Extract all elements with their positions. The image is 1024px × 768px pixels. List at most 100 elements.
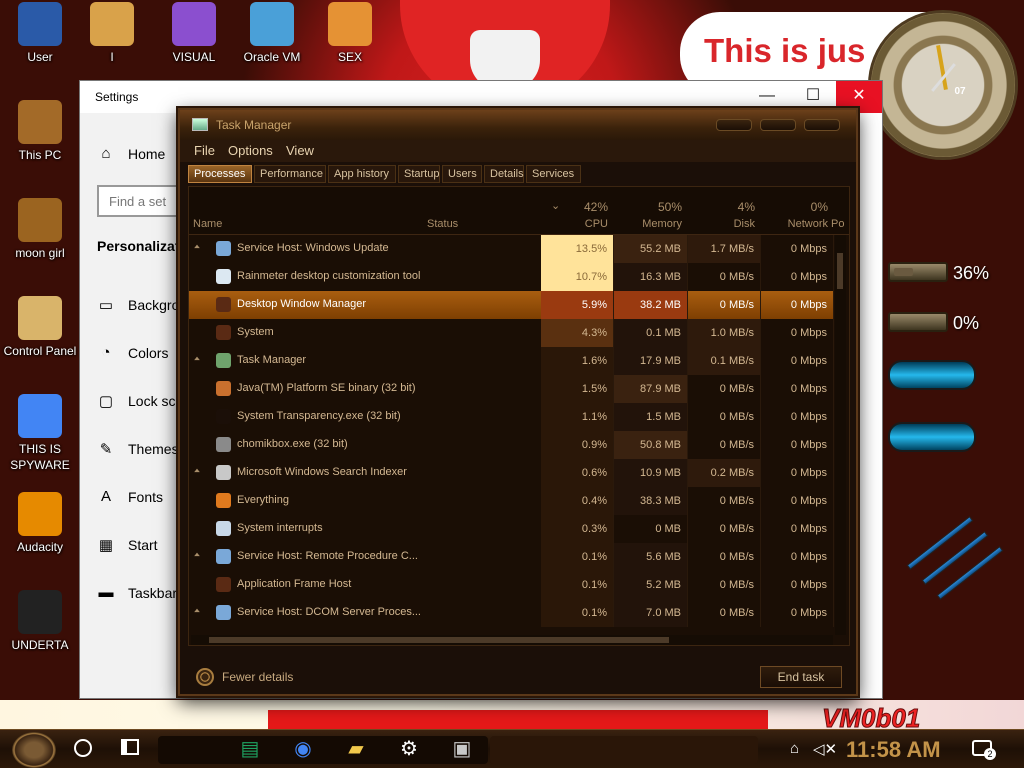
task-manager-title: Task Manager [216, 118, 292, 132]
process-row[interactable]: chomikbox.exe (32 bit) 0.9% 50.8 MB 0 MB/s 0… [189, 431, 834, 459]
desktop-icon[interactable]: Oracle VM [232, 2, 312, 65]
task-manager-window[interactable]: Task Manager File Options View Processes… [178, 108, 858, 696]
tab-performance[interactable]: Performance [254, 165, 326, 183]
scrollbar-thumb[interactable] [209, 637, 669, 643]
desktop-icon-image [328, 2, 372, 46]
process-cpu: 1.5% [541, 375, 614, 403]
expand-arrow-icon[interactable] [194, 356, 200, 361]
process-network: 0 Mbps [761, 487, 834, 515]
col-cpu[interactable]: CPU [541, 218, 608, 230]
file-explorer-icon[interactable]: ▰ [340, 734, 372, 764]
horizontal-scrollbar[interactable] [191, 635, 833, 645]
tab-users[interactable]: Users [442, 165, 482, 183]
desktop-icon[interactable]: User [0, 2, 80, 65]
start-button[interactable] [12, 732, 56, 768]
close-button[interactable] [804, 119, 840, 131]
process-network: 0 Mbps [761, 431, 834, 459]
settings-title: Settings [95, 90, 139, 104]
process-memory: 87.9 MB [614, 375, 688, 403]
settings-nav-item[interactable]: ▦ Start [97, 536, 158, 554]
process-row[interactable]: Service Host: Windows Update 13.5% 55.2 MB… [189, 235, 834, 263]
tab-app-history[interactable]: App history [328, 165, 396, 183]
menu-file[interactable]: File [194, 143, 215, 158]
process-table: Name Status ⌄ 42% CPU 50% Memory 4% Disk… [188, 186, 850, 646]
volume-muted-icon[interactable]: ◁✕ [813, 740, 837, 758]
settings-nav-item[interactable]: ▬ Taskbar [97, 584, 178, 601]
col-network[interactable]: Network [761, 218, 828, 230]
desktop-icon[interactable]: THIS IS SPYWARE [0, 394, 80, 473]
desktop-icon[interactable]: UNDERTA [0, 590, 80, 653]
settings-nav-item[interactable]: ▢ Lock scre [97, 392, 188, 410]
themes-icon: ✎ [99, 441, 113, 458]
scrollbar-thumb[interactable] [837, 253, 843, 289]
process-row[interactable]: Desktop Window Manager 5.9% 38.2 MB 0 MB/s 0… [189, 291, 834, 319]
desktop-icon[interactable]: Control Panel [0, 296, 80, 359]
network-icon[interactable]: ⌂ [790, 740, 799, 757]
desktop-icon[interactable]: Audacity [0, 492, 80, 555]
task-manager-titlebar[interactable]: Task Manager [180, 110, 856, 140]
task-manager-menubar: File Options View [180, 140, 856, 162]
tab-startup[interactable]: Startup [398, 165, 440, 183]
col-memory[interactable]: Memory [614, 218, 682, 230]
col-status[interactable]: Status [427, 218, 458, 230]
process-row[interactable]: System 4.3% 0.1 MB 1.0 MB/s 0 Mbps [189, 319, 834, 347]
end-task-button[interactable]: End task [760, 666, 842, 688]
task-manager-icon[interactable]: ▣ [446, 734, 478, 764]
settings-nav-item[interactable]: ✎ Themes [97, 440, 179, 458]
process-row[interactable]: Rainmeter desktop customization tool 10.7… [189, 263, 834, 291]
tab-details[interactable]: Details [484, 165, 524, 183]
process-row[interactable]: System Transparency.exe (32 bit) 1.1% 1.5 … [189, 403, 834, 431]
desktop-icon[interactable]: I [72, 2, 152, 65]
process-row[interactable]: Service Host: DCOM Server Proces... 0.1% 7… [189, 599, 834, 627]
taskbar-clock[interactable]: 11:58 AM [846, 737, 941, 763]
menu-options[interactable]: Options [228, 143, 273, 158]
vertical-scrollbar[interactable] [835, 235, 846, 635]
process-row[interactable]: Application Frame Host 0.1% 5.2 MB 0 MB/s 0 … [189, 571, 834, 599]
settings-home-label: Home [128, 145, 166, 162]
process-row[interactable]: System interrupts 0.3% 0 MB 0 MB/s 0 Mbps [189, 515, 834, 543]
process-row[interactable]: Task Manager 1.6% 17.9 MB 0.1 MB/s 0 Mbps [189, 347, 834, 375]
ram-meter-value: 0% [953, 313, 980, 333]
search-icon[interactable] [74, 739, 92, 757]
chrome-icon[interactable]: ◉ [287, 734, 319, 764]
minimize-button[interactable] [716, 119, 752, 131]
col-power[interactable]: Po [831, 218, 849, 230]
maximize-button[interactable] [760, 119, 796, 131]
expand-arrow-icon[interactable] [194, 468, 200, 473]
col-disk[interactable]: Disk [688, 218, 755, 230]
desktop-icon[interactable]: This PC [0, 100, 80, 163]
settings-nav-item[interactable]: A Fonts [97, 488, 163, 505]
desktop-icon[interactable]: SEX [310, 2, 390, 65]
process-row[interactable]: Service Host: Remote Procedure C... 0.1% 5… [189, 543, 834, 571]
col-name[interactable]: Name [193, 218, 222, 230]
process-row[interactable]: Java(TM) Platform SE binary (32 bit) 1.5%… [189, 375, 834, 403]
sheets-icon[interactable]: ▤ [234, 734, 266, 764]
taskbar-icon: ▬ [98, 584, 114, 601]
desktop-icon[interactable]: VISUAL [154, 2, 234, 65]
settings-icon[interactable]: ⚙ [393, 734, 425, 764]
process-memory: 0.1 MB [614, 319, 688, 347]
settings-nav-item[interactable]: ◔ Colors [97, 344, 168, 361]
process-table-header: Name Status ⌄ 42% CPU 50% Memory 4% Disk… [189, 187, 849, 235]
process-disk: 1.0 MB/s [688, 319, 761, 347]
fewer-details-button[interactable]: Fewer details [196, 668, 293, 686]
expand-arrow-icon[interactable] [194, 608, 200, 613]
tab-services[interactable]: Services [526, 165, 581, 183]
process-memory: 7.0 MB [614, 599, 688, 627]
process-row[interactable]: Everything 0.4% 38.3 MB 0 MB/s 0 Mbps [189, 487, 834, 515]
expand-arrow-icon[interactable] [194, 552, 200, 557]
menu-view[interactable]: View [286, 143, 314, 158]
task-view-icon[interactable] [121, 739, 139, 755]
process-row[interactable]: Microsoft Windows Search Indexer 0.6% 10.9… [189, 459, 834, 487]
settings-home[interactable]: ⌂ Home [97, 145, 165, 162]
settings-nav-item[interactable]: ▭ Backgrou [97, 296, 187, 314]
desktop-icon-label: I [110, 50, 114, 64]
process-network: 0 Mbps [761, 515, 834, 543]
process-memory: 38.3 MB [614, 487, 688, 515]
process-network: 0 Mbps [761, 235, 834, 263]
expand-arrow-icon[interactable] [194, 244, 200, 249]
tab-processes[interactable]: Processes [188, 165, 252, 183]
process-disk: 0 MB/s [688, 515, 761, 543]
desktop-icon[interactable]: moon girl [0, 198, 80, 261]
process-icon [216, 269, 231, 284]
